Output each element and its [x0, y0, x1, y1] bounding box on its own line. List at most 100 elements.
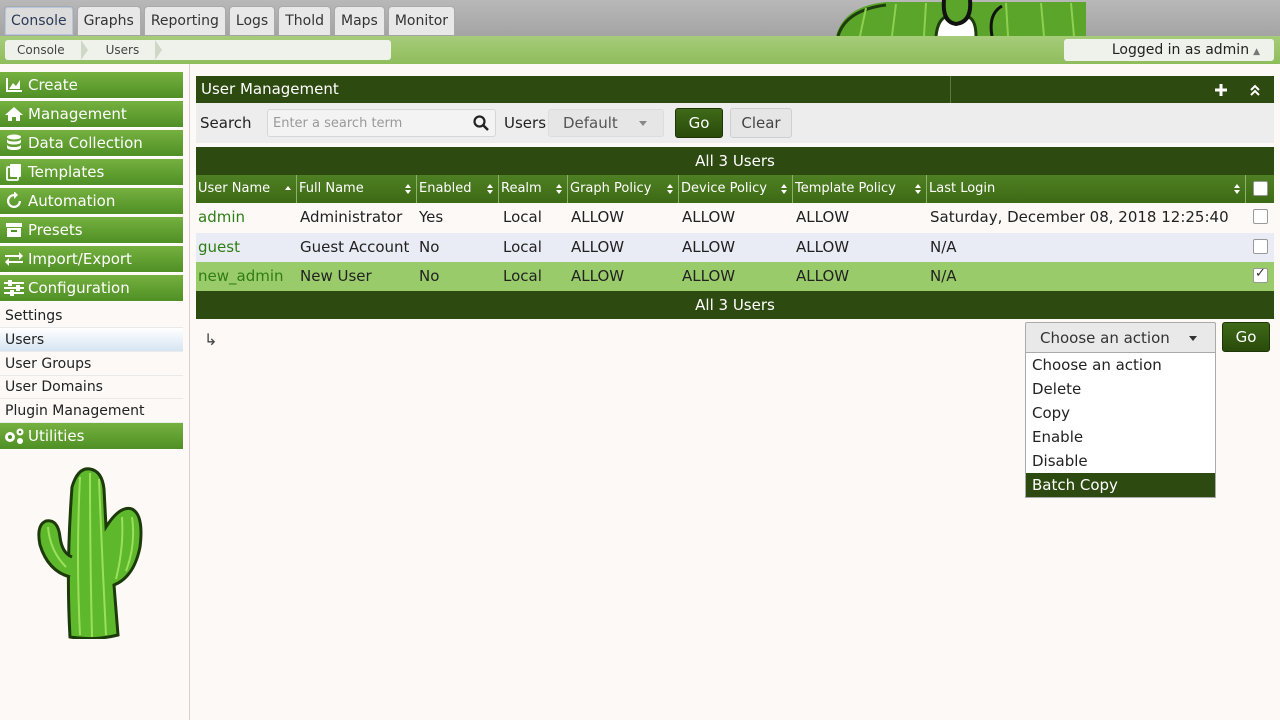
column-header-full-name[interactable]: Full Name	[297, 175, 417, 203]
cell-realm: Local	[503, 267, 542, 285]
sidebar-menu-presets[interactable]: Presets	[0, 217, 183, 244]
user-count-bar: All 3 Users	[196, 147, 1274, 175]
plus-icon	[1215, 83, 1227, 96]
column-label: Enabled	[419, 181, 472, 196]
column-header-user-name[interactable]: User Name	[196, 175, 297, 203]
user-name-link[interactable]: admin	[198, 203, 245, 232]
column-header-last-login[interactable]: Last Login	[927, 175, 1246, 203]
sort-icon	[1234, 184, 1241, 195]
sidebar-menu-configuration[interactable]: Configuration	[0, 275, 183, 302]
cell-device-policy: ALLOW	[682, 208, 736, 226]
sidebar-menu-templates[interactable]: Templates	[0, 159, 183, 186]
home-icon	[0, 101, 28, 128]
action-option-disable[interactable]: Disable	[1026, 449, 1215, 473]
tab-thold[interactable]: Thold	[278, 6, 331, 35]
top-navigation-bar: Console Graphs Reporting Logs Thold Maps…	[0, 0, 1280, 36]
action-option-enable[interactable]: Enable	[1026, 425, 1215, 449]
sidebar-item-plugin-management[interactable]: Plugin Management	[0, 399, 183, 423]
column-header-device-policy[interactable]: Device Policy	[679, 175, 793, 203]
sort-asc-icon	[285, 184, 292, 195]
sidebar-menu-management[interactable]: Management	[0, 101, 183, 128]
users-filter-select[interactable]: Default	[548, 109, 664, 137]
cell-enabled: No	[419, 267, 440, 285]
return-arrow-icon: ↳	[204, 330, 218, 349]
double-chevron-up-icon	[1250, 84, 1260, 96]
column-header-template-policy[interactable]: Template Policy	[793, 175, 927, 203]
action-select[interactable]: Choose an action	[1025, 322, 1216, 353]
column-label: Full Name	[299, 181, 364, 196]
cell-graph-policy: ALLOW	[571, 208, 625, 226]
select-all-checkbox[interactable]	[1253, 181, 1268, 196]
sidebar-menu-create[interactable]: Create	[0, 72, 183, 99]
exchange-icon	[0, 246, 28, 273]
sidebar-item-settings[interactable]: Settings	[0, 304, 183, 328]
sidebar-menu-label: Automation	[28, 191, 116, 210]
sidebar-menu-automation[interactable]: Automation	[0, 188, 183, 215]
action-option-delete[interactable]: Delete	[1026, 377, 1215, 401]
cactus-logo	[36, 467, 144, 643]
chevron-down-icon	[639, 121, 647, 126]
cell-template-policy: ALLOW	[796, 267, 850, 285]
breadcrumb-users[interactable]: Users	[94, 43, 156, 57]
sidebar-menu-utilities[interactable]: Utilities	[0, 423, 183, 450]
select-all-cell	[1246, 175, 1274, 203]
logged-in-user-menu[interactable]: Logged in as admin ▲	[1064, 39, 1274, 61]
collapse-panel-button[interactable]	[1244, 76, 1266, 103]
search-icon[interactable]	[473, 115, 489, 135]
search-label: Search	[200, 114, 252, 132]
search-box	[267, 109, 496, 137]
column-label: Template Policy	[795, 181, 896, 196]
sidebar-menu-import-export[interactable]: Import/Export	[0, 246, 183, 273]
row-checkbox[interactable]	[1253, 239, 1268, 254]
cell-device-policy: ALLOW	[682, 267, 736, 285]
tab-maps[interactable]: Maps	[333, 6, 385, 35]
sidebar-item-user-domains[interactable]: User Domains	[0, 375, 183, 399]
row-checkbox-checked[interactable]	[1253, 266, 1268, 283]
sidebar-item-users[interactable]: Users	[0, 328, 183, 352]
sidebar-menu-label: Presets	[28, 220, 83, 239]
action-option-choose[interactable]: Choose an action	[1026, 353, 1215, 377]
filter-bar: Search Users Default Go Clear	[196, 103, 1274, 143]
sidebar-menu-label: Import/Export	[28, 249, 132, 268]
user-name-link[interactable]: guest	[198, 233, 240, 262]
sort-icon	[405, 184, 412, 195]
sort-icon	[556, 184, 563, 195]
gears-icon	[0, 423, 28, 450]
login-status: Logged in as admin	[1111, 42, 1250, 58]
breadcrumb-separator	[155, 40, 163, 60]
refresh-icon	[0, 188, 28, 215]
action-option-copy[interactable]: Copy	[1026, 401, 1215, 425]
page-title: User Management	[201, 80, 339, 98]
chevron-down-icon	[1189, 336, 1197, 341]
sidebar: Create Management Data Collection Templa…	[0, 64, 190, 720]
user-name-link[interactable]: new_admin	[198, 262, 284, 291]
table-header: User Name Full Name Enabled Realm Graph …	[196, 175, 1274, 203]
cell-last-login: N/A	[930, 267, 957, 285]
database-icon	[0, 130, 28, 157]
add-user-button[interactable]	[1210, 76, 1232, 103]
column-header-graph-policy[interactable]: Graph Policy	[568, 175, 679, 203]
main-tabs: Console Graphs Reporting Logs Thold Maps…	[4, 6, 456, 35]
cell-full-name: Administrator	[300, 208, 403, 226]
action-go-button[interactable]: Go	[1222, 322, 1270, 352]
tab-logs[interactable]: Logs	[228, 6, 276, 35]
column-header-enabled[interactable]: Enabled	[417, 175, 499, 203]
column-header-realm[interactable]: Realm	[499, 175, 568, 203]
tab-reporting[interactable]: Reporting	[143, 6, 226, 35]
tab-console[interactable]: Console	[4, 6, 74, 35]
search-input[interactable]	[268, 110, 468, 136]
sidebar-item-user-groups[interactable]: User Groups	[0, 352, 183, 376]
clear-button[interactable]: Clear	[730, 108, 792, 138]
breadcrumb: Console Users	[5, 40, 391, 60]
tab-monitor[interactable]: Monitor	[387, 6, 456, 35]
tab-graphs[interactable]: Graphs	[76, 6, 141, 35]
sidebar-menu-label: Management	[28, 104, 127, 123]
sidebar-menu-label: Data Collection	[28, 133, 143, 152]
action-option-batch-copy[interactable]: Batch Copy	[1026, 473, 1215, 497]
breadcrumb-console[interactable]: Console	[5, 43, 81, 57]
sort-icon	[487, 184, 494, 195]
row-checkbox[interactable]	[1253, 209, 1268, 224]
go-button[interactable]: Go	[675, 108, 723, 138]
header-divider	[950, 76, 951, 103]
sidebar-menu-data-collection[interactable]: Data Collection	[0, 130, 183, 157]
